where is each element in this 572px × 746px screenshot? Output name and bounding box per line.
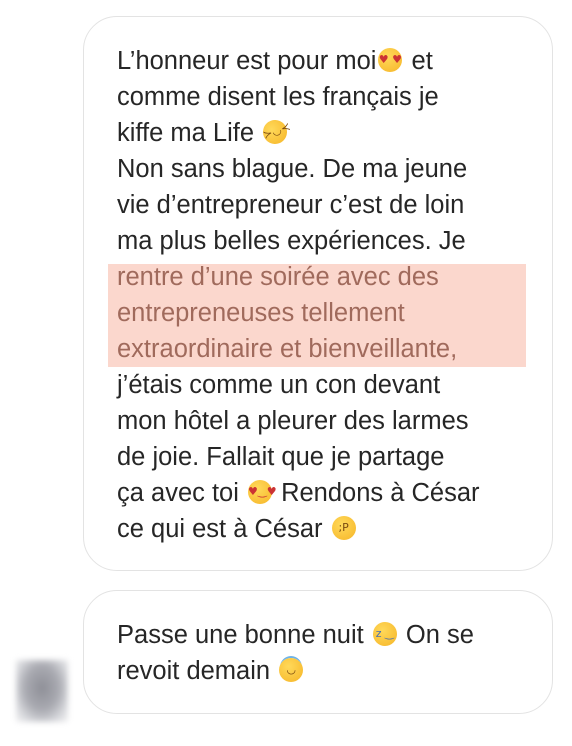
message-line: Non sans blague. De ma jeune — [117, 155, 468, 183]
winking-tongue-emoji: ;P — [331, 516, 356, 540]
heart-eyes-emoji: ♥ ♥ — [378, 48, 403, 72]
message-line: j’étais comme un con devant — [117, 371, 441, 399]
message-line: revoit demain ◡ — [117, 653, 305, 689]
rofl-emoji: ≻◡≺ — [259, 116, 292, 148]
avatar[interactable] — [16, 660, 68, 722]
smiling-hearts-emoji: ♥‿♥ — [248, 480, 277, 504]
message-line: de joie. Fallait que je partage — [117, 443, 445, 471]
message-line: L’honneur est pour moi ♥ ♥ et — [117, 47, 433, 75]
message-line: comme disent les français je — [117, 83, 439, 111]
message-line-highlighted: rentre d’une soirée avec des — [117, 263, 439, 291]
halo-emoji: ◡ — [279, 658, 304, 682]
message-line-highlighted: extraordinaire et bienveillante, — [117, 335, 458, 363]
message-line: ce qui est à César ;P — [117, 511, 358, 547]
message-line-highlighted: entrepreneuses tellement — [117, 299, 405, 327]
sleeping-emoji: z ‿ — [372, 622, 397, 646]
message-line: Passe une bonne nuit z ‿ On se — [117, 621, 474, 649]
message-line: ma plus belles expériences. Je — [117, 227, 466, 255]
message-line: vie d’entrepreneur c’est de loin — [117, 191, 465, 219]
message-line: ça avec toi ♥‿♥ Rendons à César — [117, 479, 480, 507]
message-line: kiffe ma Life ≻◡≺ — [117, 115, 292, 151]
message-line: mon hôtel a pleurer des larmes — [117, 407, 469, 435]
